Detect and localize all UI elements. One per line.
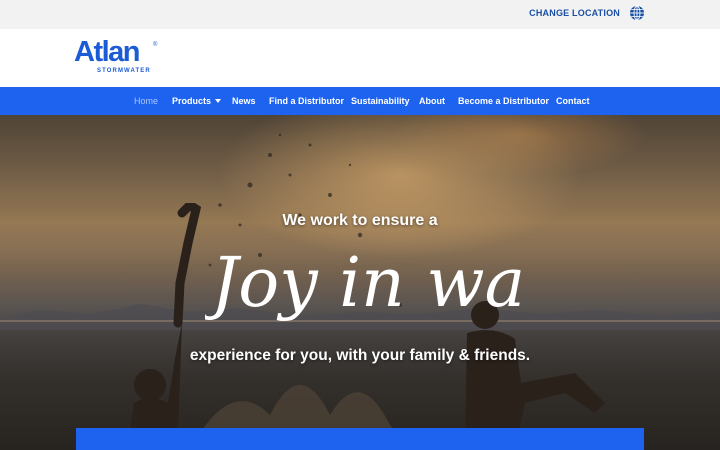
nav-item-sustainability[interactable]: Sustainability	[351, 96, 410, 106]
globe-icon[interactable]	[629, 5, 645, 21]
joy-in-water-script: Joy in water	[205, 244, 525, 323]
atlan-logo[interactable]: Atlan ® STORMWATER	[74, 37, 164, 77]
nav-item-become-distributor[interactable]: Become a Distributor	[458, 96, 549, 106]
nav-item-contact[interactable]: Contact	[556, 96, 590, 106]
nav-item-products[interactable]: Products	[172, 96, 222, 106]
nav-item-find-distributor[interactable]: Find a Distributor	[269, 96, 344, 106]
logo-registered-mark: ®	[153, 42, 158, 48]
joy-in-water-text: Joy in water	[205, 244, 525, 323]
nav-item-news[interactable]: News	[232, 96, 256, 106]
hero-subline: experience for you, with your family & f…	[189, 347, 531, 364]
nav-item-products-label: Products	[172, 96, 212, 106]
change-location-link[interactable]: CHANGE LOCATION	[529, 8, 620, 18]
top-utility-bar: CHANGE LOCATION	[0, 0, 720, 29]
nav-item-home[interactable]: Home	[134, 96, 158, 106]
logo-subtitle: STORMWATER	[97, 68, 151, 74]
chevron-down-icon	[215, 99, 222, 103]
main-navigation: Home Products News Find a Distributor Su…	[0, 87, 720, 115]
nav-item-about[interactable]: About	[419, 96, 445, 106]
logo-wordmark: Atlan	[74, 36, 141, 68]
hero-bottom-panel	[76, 428, 644, 450]
